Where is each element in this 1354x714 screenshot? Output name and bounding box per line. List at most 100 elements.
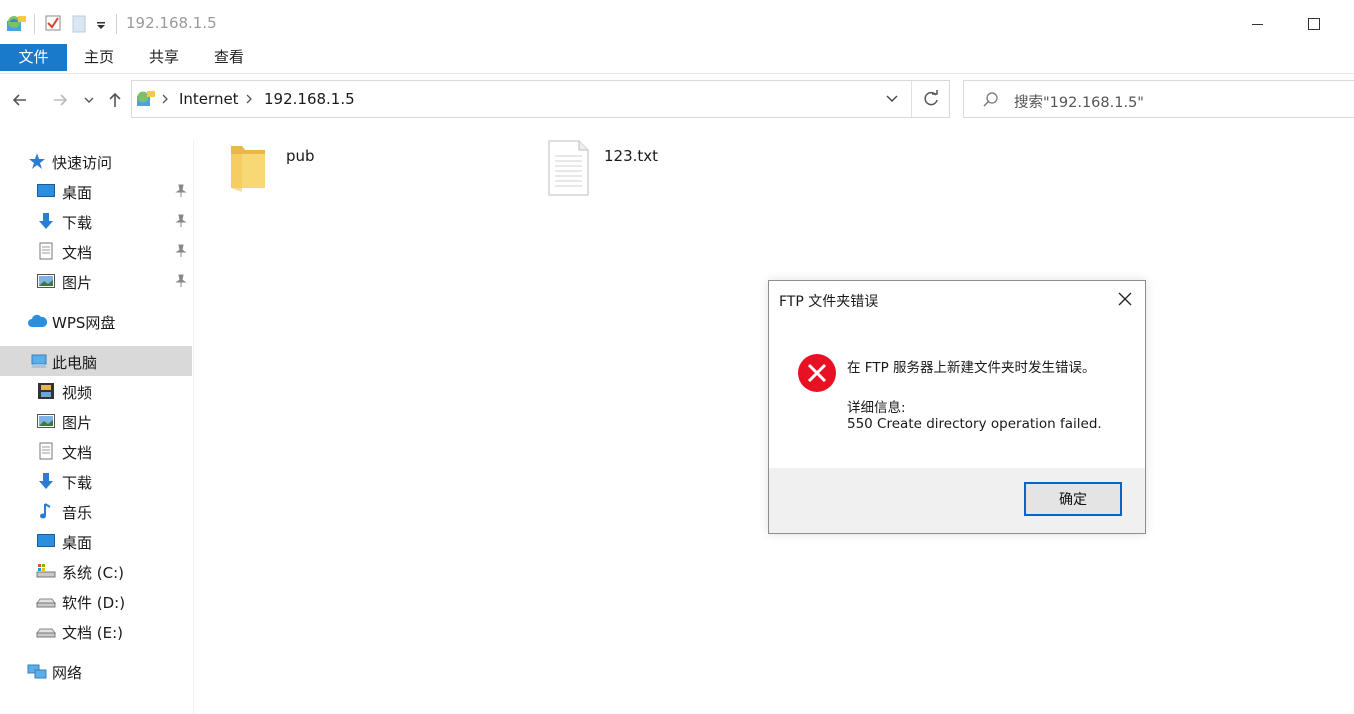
sidebar-item-pc-documents[interactable]: 文档 <box>0 436 192 466</box>
sidebar-item-drive-c[interactable]: 系统 (C:) <box>0 556 192 586</box>
sidebar-label: 图片 <box>62 274 93 292</box>
sidebar-label: 音乐 <box>62 504 93 522</box>
dialog-footer: 确定 <box>769 468 1145 533</box>
breadcrumb-separator-icon[interactable] <box>161 94 169 104</box>
search-box[interactable]: 搜索"192.168.1.5" <box>963 80 1354 118</box>
sidebar-label: 快速访问 <box>52 154 113 172</box>
sidebar-label: 图片 <box>62 414 93 432</box>
breadcrumb-internet[interactable]: Internet <box>179 90 239 108</box>
error-icon <box>798 354 836 392</box>
tab-share[interactable]: 共享 <box>135 44 193 71</box>
sidebar-label: 下载 <box>62 214 93 232</box>
address-bar[interactable]: Internet 192.168.1.5 <box>131 80 950 118</box>
file-item-123-txt[interactable]: 123.txt <box>544 140 694 200</box>
star-icon <box>29 153 45 169</box>
sidebar-item-downloads[interactable]: 下载 <box>0 206 192 236</box>
sidebar-item-pc-pictures[interactable]: 图片 <box>0 406 192 436</box>
sidebar-label: 网络 <box>52 664 83 682</box>
sidebar-item-documents[interactable]: 文档 <box>0 236 192 266</box>
back-arrow-icon[interactable] <box>10 90 30 110</box>
download-arrow-icon <box>39 473 53 489</box>
computer-icon <box>31 354 47 368</box>
sidebar-label: 文档 <box>62 444 93 462</box>
pin-icon[interactable] <box>174 184 188 198</box>
forward-arrow-icon[interactable] <box>50 90 70 110</box>
folder-icon <box>231 146 265 192</box>
sidebar-item-network[interactable]: 网络 <box>0 656 192 686</box>
sidebar-label: 系统 (C:) <box>62 564 124 582</box>
sidebar-item-drive-e[interactable]: 文档 (E:) <box>0 616 192 646</box>
minimize-button[interactable] <box>1234 8 1280 40</box>
sidebar-item-videos[interactable]: 视频 <box>0 376 192 406</box>
ftp-folder-error-dialog: FTP 文件夹错误 在 FTP 服务器上新建文件夹时发生错误。 详细信息: 55… <box>768 280 1146 534</box>
pin-icon[interactable] <box>174 274 188 288</box>
sidebar-item-pictures[interactable]: 图片 <box>0 266 192 296</box>
document-icon <box>39 442 53 460</box>
sidebar-item-desktop[interactable]: 桌面 <box>0 176 192 206</box>
ribbon-tabs: 文件 主页 共享 查看 <box>0 44 1354 74</box>
tab-view[interactable]: 查看 <box>200 44 258 71</box>
sidebar-item-quick-access[interactable]: 快速访问 <box>0 146 192 176</box>
download-arrow-icon <box>39 213 53 229</box>
dialog-close-button[interactable] <box>1105 281 1145 317</box>
music-note-icon <box>40 503 51 519</box>
breadcrumb-separator-icon[interactable] <box>245 94 253 104</box>
dialog-title: FTP 文件夹错误 <box>779 294 879 310</box>
file-item-pub[interactable]: pub <box>226 140 366 200</box>
window-title: 192.168.1.5 <box>126 14 217 32</box>
pin-icon[interactable] <box>174 244 188 258</box>
search-icon <box>983 92 998 107</box>
sidebar-item-drive-d[interactable]: 软件 (D:) <box>0 586 192 616</box>
file-name: 123.txt <box>604 147 659 165</box>
cloud-icon <box>28 314 47 327</box>
error-message: 在 FTP 服务器上新建文件夹时发生错误。 <box>847 360 1096 376</box>
drive-icon <box>36 598 56 608</box>
navigation-bar: Internet 192.168.1.5 搜索"192.168.1.5" <box>0 78 1354 122</box>
sidebar-label: 下载 <box>62 474 93 492</box>
network-icon <box>27 664 47 679</box>
maximize-button[interactable] <box>1290 8 1336 40</box>
pin-icon[interactable] <box>174 214 188 228</box>
system-drive-icon <box>36 564 56 578</box>
customize-toolbar-dropdown-icon[interactable] <box>96 22 106 30</box>
sidebar-label: WPS网盘 <box>52 314 116 332</box>
film-strip-icon <box>38 383 54 399</box>
close-icon <box>1118 292 1132 306</box>
file-name: pub <box>286 147 315 165</box>
details-label: 详细信息: <box>847 400 906 416</box>
title-bar: 192.168.1.5 <box>0 0 1354 44</box>
sidebar-item-pc-downloads[interactable]: 下载 <box>0 466 192 496</box>
new-folder-icon[interactable] <box>72 15 86 33</box>
sidebar-item-pc-desktop[interactable]: 桌面 <box>0 526 192 556</box>
ok-button[interactable]: 确定 <box>1024 482 1122 516</box>
search-placeholder: 搜索"192.168.1.5" <box>1014 95 1144 111</box>
navigation-pane: 快速访问 桌面 下载 文档 图片 WPS网盘 此电脑 视频 图片 文档 下载 音… <box>0 140 194 714</box>
tab-file[interactable]: 文件 <box>0 44 67 71</box>
sidebar-item-wps-cloud[interactable]: WPS网盘 <box>0 306 192 336</box>
tab-home[interactable]: 主页 <box>70 44 128 71</box>
sidebar-label: 此电脑 <box>52 354 98 372</box>
document-icon <box>39 242 53 260</box>
up-arrow-icon[interactable] <box>105 90 125 110</box>
sidebar-item-this-pc[interactable]: 此电脑 <box>0 346 192 376</box>
desktop-icon <box>37 534 55 547</box>
recent-locations-chevron-icon[interactable] <box>83 94 95 106</box>
sidebar-label: 文档 <box>62 244 93 262</box>
sidebar-label: 视频 <box>62 384 93 402</box>
sidebar-item-music[interactable]: 音乐 <box>0 496 192 526</box>
properties-icon[interactable] <box>44 14 62 32</box>
explorer-app-icon[interactable] <box>6 13 28 33</box>
sidebar-label: 桌面 <box>62 184 93 202</box>
refresh-icon[interactable] <box>922 90 940 108</box>
text-file-icon <box>548 140 589 196</box>
sidebar-label: 软件 (D:) <box>62 594 126 612</box>
pictures-icon <box>37 274 55 288</box>
address-history-chevron-icon[interactable] <box>885 94 899 104</box>
sidebar-label: 文档 (E:) <box>62 624 124 642</box>
error-details: 550 Create directory operation failed. <box>847 416 1102 432</box>
pictures-icon <box>37 414 55 428</box>
drive-icon <box>36 628 56 638</box>
desktop-icon <box>37 184 55 197</box>
breadcrumb-host[interactable]: 192.168.1.5 <box>264 90 355 108</box>
sidebar-label: 桌面 <box>62 534 93 552</box>
